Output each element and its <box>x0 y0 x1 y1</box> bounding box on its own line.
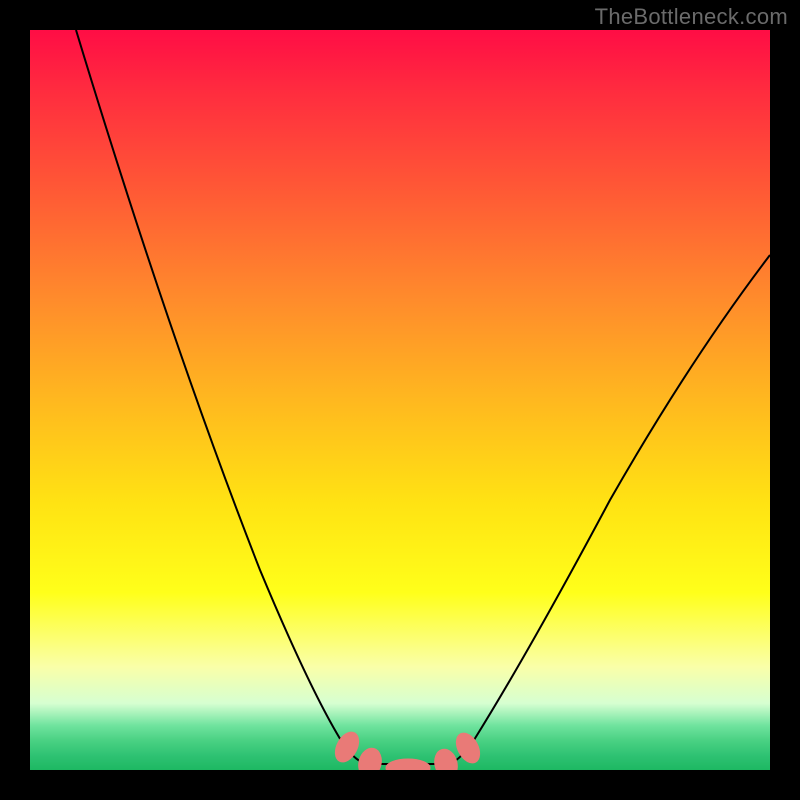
curve-right-branch <box>450 255 770 764</box>
min-markers <box>331 728 485 770</box>
chart-frame: TheBottleneck.com <box>0 0 800 800</box>
watermark-text: TheBottleneck.com <box>595 4 788 30</box>
chart-plot-area <box>30 30 770 770</box>
bottleneck-curve <box>30 30 770 770</box>
curve-left-branch <box>76 30 365 764</box>
